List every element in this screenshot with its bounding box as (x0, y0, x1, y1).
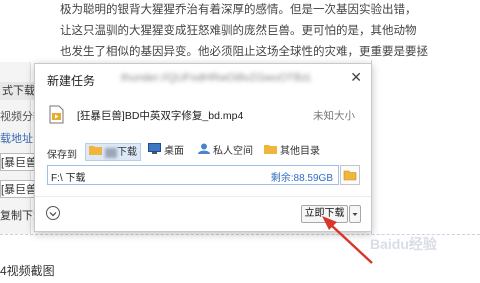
watermark: Baidu经验 (370, 236, 437, 252)
